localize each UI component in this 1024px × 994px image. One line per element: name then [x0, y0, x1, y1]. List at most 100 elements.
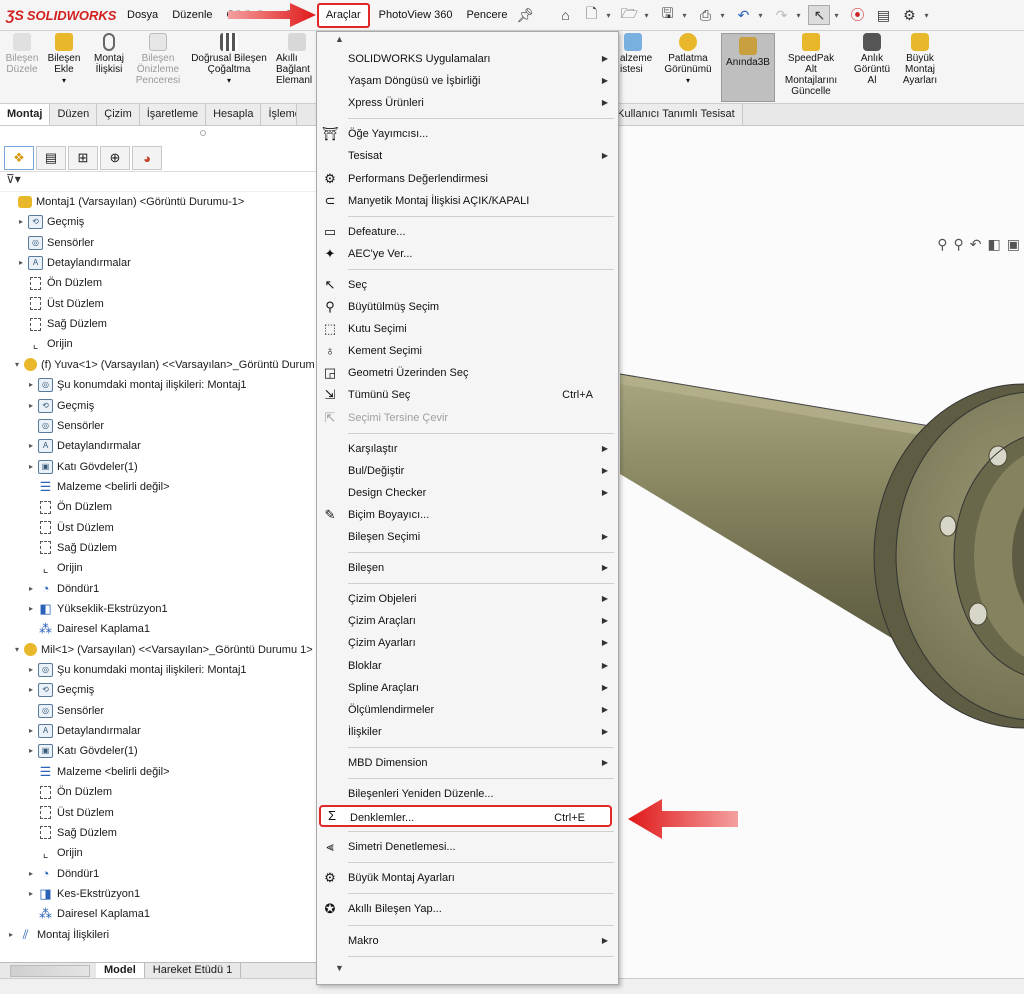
menu-araclar[interactable]: Araçlar — [316, 2, 370, 28]
expand-arrow-icon[interactable]: ▸ — [6, 925, 16, 945]
menu-photoview[interactable]: PhotoView 360 — [372, 0, 460, 31]
tab-montaj[interactable]: Montaj — [0, 104, 51, 125]
edit-component-button[interactable]: Bileşen Düzele — [4, 33, 40, 75]
new-document-icon[interactable]: 🗋 — [580, 5, 602, 25]
menu-item-akilli-bilesen-yap[interactable]: ✪ Akıllı Bileşen Yap... — [317, 898, 618, 920]
tree-item[interactable]: ▸ ▣ Katı Gövdeler(1) — [0, 457, 138, 477]
chevron-down-icon[interactable]: ▾ — [682, 11, 690, 20]
smart-fasteners-button[interactable]: Akıllı Bağlant Elemanl — [276, 33, 316, 86]
menu-item-defeature[interactable]: ▭ Defeature... — [317, 221, 618, 243]
tree-item[interactable]: ⁂ Dairesel Kaplama1 — [0, 619, 150, 639]
chevron-down-icon[interactable]: ▾ — [796, 11, 804, 20]
expand-arrow-icon[interactable]: ▸ — [26, 884, 36, 904]
expand-arrow-icon[interactable]: ▸ — [26, 599, 36, 619]
menu-item-makro[interactable]: Makro ▶ — [317, 930, 618, 952]
expand-arrow-icon[interactable]: ▸ — [26, 457, 36, 477]
chevron-down-icon[interactable]: ▾ — [834, 11, 842, 20]
insert-component-button[interactable]: Bileşen Ekle ▾ — [44, 33, 84, 86]
tree-item[interactable]: Ön Düzlem — [0, 273, 102, 293]
tree-item[interactable]: ⌞ Orijin — [0, 558, 83, 578]
tree-item[interactable]: ▸ ◎ Şu konumdaki montaj ilişkileri: Montaj… — [0, 375, 247, 395]
menu-item-karsilastir[interactable]: Karşılaştır ▶ — [317, 438, 618, 460]
instant3d-button[interactable]: Anında3B — [721, 33, 775, 102]
tree-item[interactable]: Sağ Düzlem — [0, 314, 107, 334]
menu-item-performans-degerlendirmesi[interactable]: ⚙ Performans Değerlendirmesi — [317, 168, 618, 190]
menu-item-simetri-denetlemesi[interactable]: ⫷ Simetri Denetlemesi... — [317, 836, 618, 858]
menu-item-bilesenleri-yeniden-duzenle[interactable]: Bileşenleri Yeniden Düzenle... — [317, 783, 618, 805]
tree-item[interactable]: Sağ Düzlem — [0, 538, 117, 558]
menu-scroll-up-icon[interactable]: ▲ — [335, 34, 344, 44]
menu-item-manyetik-montaj-i-liskisi-acik-kapali[interactable]: ⊂ Manyetik Montaj İlişkisi AÇIK/KAPALI — [317, 190, 618, 212]
bill-of-materials-button[interactable]: alzeme istesi — [620, 33, 654, 75]
tree-item[interactable]: Üst Düzlem — [0, 803, 114, 823]
take-snapshot-button[interactable]: Anlık Görüntü Al — [850, 33, 894, 86]
tree-item[interactable]: ▾ Mil<1> (Varsayılan) <<Varsayılan>_Görün… — [0, 640, 313, 660]
chevron-down-icon[interactable]: ▾ — [924, 11, 932, 20]
expand-arrow-icon[interactable]: ▸ — [26, 660, 36, 680]
tab-isleme[interactable]: İşleme — [261, 104, 298, 125]
dimxpert-tab-icon[interactable]: ⊕ — [100, 146, 130, 170]
tab-cizim[interactable]: Çizim — [97, 104, 140, 125]
chevron-down-icon[interactable]: ▾ — [660, 75, 716, 86]
tree-item[interactable]: ▸ A Detaylandırmalar — [0, 253, 131, 273]
mate-button[interactable]: Montaj İlişkisi — [88, 33, 130, 75]
expand-arrow-icon[interactable]: ▸ — [16, 212, 26, 232]
collapse-arrow-icon[interactable]: ▾ — [12, 640, 22, 660]
exploded-view-button[interactable]: Patlatma Görünümü ▾ — [660, 33, 716, 86]
tab-motion-study[interactable]: Hareket Etüdü 1 — [145, 963, 242, 978]
menu-item-cizim-ayarlari[interactable]: Çizim Ayarları ▶ — [317, 632, 618, 654]
gear-icon[interactable]: ⚙ — [898, 5, 920, 25]
linear-pattern-button[interactable]: Doğrusal Bileşen Çoğaltma ▾ — [186, 33, 272, 86]
speedpak-button[interactable]: SpeedPak Alt Montajlarını Güncelle — [780, 33, 842, 97]
menu-item-mbd-dimension[interactable]: MBD Dimension ▶ — [317, 752, 618, 774]
menu-item-bilesen-secimi[interactable]: Bileşen Seçimi ▶ — [317, 526, 618, 548]
expand-arrow-icon[interactable]: ▸ — [26, 375, 36, 395]
expand-arrow-icon[interactable]: ▸ — [16, 253, 26, 273]
panel-grip-icon[interactable] — [200, 130, 206, 136]
filter-icon[interactable]: ⊽▾ — [0, 172, 317, 192]
save-icon[interactable]: 🖫 — [656, 5, 678, 25]
tree-item[interactable]: Montaj1 (Varsayılan) <Görüntü Durumu-1> — [0, 192, 244, 212]
chevron-down-icon[interactable]: ▾ — [186, 75, 272, 86]
menu-item-buyutulmus-secim[interactable]: ⚲ Büyütülmüş Seçim — [317, 296, 618, 318]
expand-arrow-icon[interactable]: ▸ — [26, 864, 36, 884]
menu-pencere[interactable]: Pencere — [459, 0, 514, 31]
print-icon[interactable]: ⎙ — [694, 5, 716, 25]
tree-item[interactable]: ◎ Sensörler — [0, 416, 104, 436]
tab-model[interactable]: Model — [96, 963, 145, 978]
menu-item-buyuk-montaj-ayarlari[interactable]: ⚙ Büyük Montaj Ayarları — [317, 867, 618, 889]
menu-duzenle[interactable]: Düzenle — [165, 0, 219, 31]
tree-item[interactable]: ▸ ◔ Döndür1 — [0, 864, 99, 884]
menu-item-cizim-objeleri[interactable]: Çizim Objeleri ▶ — [317, 588, 618, 610]
expand-arrow-icon[interactable]: ▸ — [26, 396, 36, 416]
menu-item-kutu-secimi[interactable]: ⬚ Kutu Seçimi — [317, 318, 618, 340]
menu-item-bilesen[interactable]: Bileşen ▶ — [317, 557, 618, 579]
configuration-manager-tab-icon[interactable]: ⊞ — [68, 146, 98, 170]
tab-scroll-arrows[interactable] — [10, 964, 90, 977]
pin-icon[interactable]: 📌︎ — [514, 5, 536, 25]
tree-item[interactable]: ▸ ⫽ Montaj İlişkileri — [0, 925, 109, 945]
expand-arrow-icon[interactable]: ▸ — [26, 680, 36, 700]
tree-item[interactable]: Sağ Düzlem — [0, 823, 117, 843]
tree-item[interactable]: ▸ ◔ Döndür1 — [0, 579, 99, 599]
menu-item-spline-araclari[interactable]: Spline Araçları ▶ — [317, 677, 618, 699]
menu-item-yasam-dongusu-ve-i-sbirligi[interactable]: Yaşam Döngüsü ve İşbirliği ▶ — [317, 70, 618, 92]
tree-item[interactable]: ▸ ◨ Kes-Ekstrüzyon1 — [0, 884, 140, 904]
menu-item-i-liskiler[interactable]: İlişkiler ▶ — [317, 721, 618, 743]
menu-item-denklemler[interactable]: Σ Denklemler... Ctrl+E — [319, 805, 612, 828]
menu-item-bul-degistir[interactable]: Bul/Değiştir ▶ — [317, 460, 618, 482]
tree-item[interactable]: ▸ ⟲ Geçmiş — [0, 396, 94, 416]
tree-item[interactable]: ⁂ Dairesel Kaplama1 — [0, 904, 150, 924]
chevron-down-icon[interactable]: ▾ — [758, 11, 766, 20]
menu-item-bloklar[interactable]: Bloklar ▶ — [317, 655, 618, 677]
component-preview-button[interactable]: Bileşen Önizleme Penceresi — [134, 33, 182, 86]
chevron-down-icon[interactable]: ▾ — [606, 11, 614, 20]
expand-arrow-icon[interactable]: ▸ — [26, 579, 36, 599]
tree-item[interactable]: ⌞ Orijin — [0, 334, 73, 354]
tree-item[interactable]: ▸ ▣ Katı Gövdeler(1) — [0, 741, 138, 761]
menu-item-tesisat[interactable]: Tesisat ▶ — [317, 145, 618, 167]
menu-item-secimi-tersine-cevir[interactable]: ⇱ Seçimi Tersine Çevir — [317, 407, 618, 429]
tree-item[interactable]: Üst Düzlem — [0, 294, 104, 314]
menu-item-geometri-uzerinden-sec[interactable]: ◲ Geometri Üzerinden Seç — [317, 362, 618, 384]
menu-item-oge-yayimcisi[interactable]: ⛩ Öğe Yayımcısı... — [317, 123, 618, 145]
